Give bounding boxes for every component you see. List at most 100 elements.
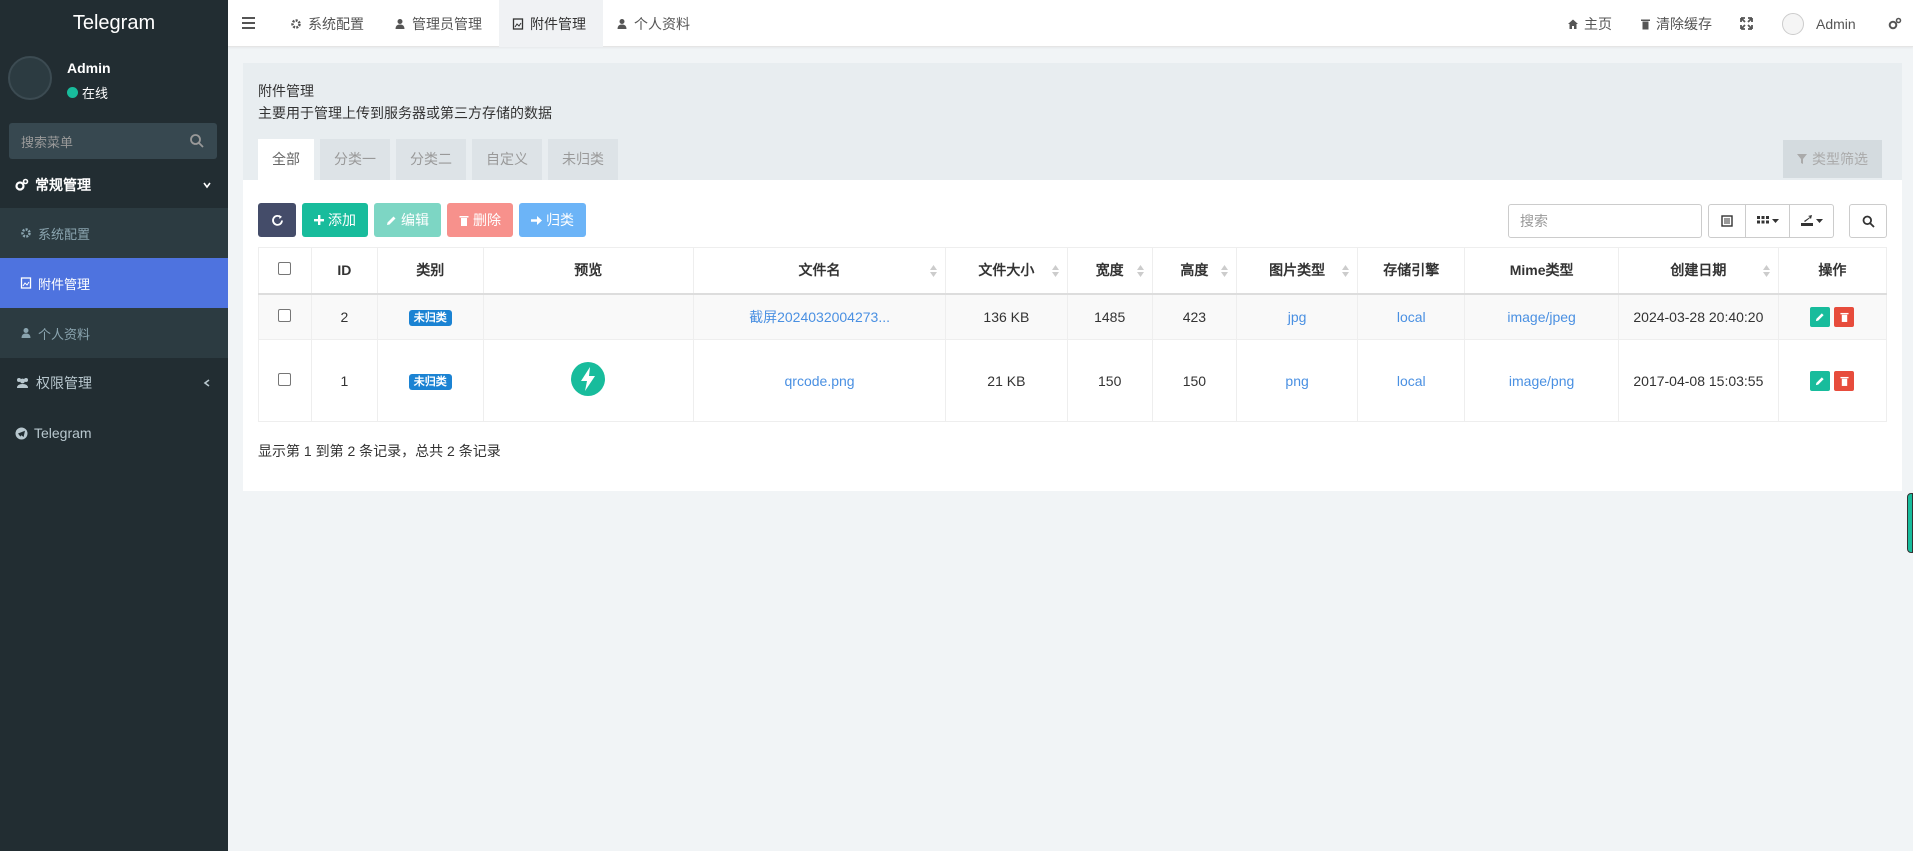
fullscreen-button[interactable] — [1740, 0, 1753, 47]
sidebar-group-permission[interactable]: 权限管理 — [0, 358, 228, 408]
top-navbar: 系统配置 管理员管理 附件管理 个人资料 主页 清除缓存 Admin — [228, 0, 1913, 47]
image-file-icon — [512, 17, 524, 30]
tab-unclassified[interactable]: 未归类 — [548, 139, 618, 180]
category-badge[interactable]: 未归类 — [408, 310, 452, 327]
telegram-icon — [15, 427, 28, 439]
mime-link[interactable]: image/jpeg — [1507, 309, 1576, 325]
cell-mime: image/jpeg — [1464, 293, 1619, 340]
sidebar-item-system-config[interactable]: 系统配置 — [0, 208, 228, 258]
refresh-button[interactable] — [258, 203, 296, 237]
cell-filename: 截屏2024032004273... — [692, 293, 947, 340]
cell-storage: local — [1357, 293, 1466, 340]
user-icon — [395, 18, 405, 29]
row-checkbox[interactable] — [278, 372, 292, 386]
sidebar-item-telegram[interactable]: Telegram — [0, 408, 228, 458]
table-search-input[interactable]: 搜索 — [1508, 204, 1702, 238]
storage-link[interactable]: local — [1397, 309, 1426, 325]
search-icon[interactable] — [189, 133, 205, 149]
home-icon — [1568, 19, 1578, 29]
tab-label: 管理员管理 — [412, 15, 482, 32]
type-filter-button[interactable]: 类型筛选 — [1783, 140, 1882, 178]
delete-button[interactable]: 删除 — [447, 203, 513, 237]
col-label: 高度 — [1180, 262, 1209, 279]
gear-icon — [291, 18, 301, 29]
search-button[interactable] — [1849, 204, 1887, 238]
delete-label: 删除 — [473, 212, 501, 228]
classify-button[interactable]: 归类 — [519, 203, 586, 237]
filename-link[interactable]: 截屏2024032004273... — [749, 309, 890, 325]
tab-label: 个人资料 — [634, 15, 690, 32]
export-button[interactable] — [1790, 204, 1834, 238]
hamburger-menu-icon[interactable] — [242, 14, 256, 32]
mime-link[interactable]: image/png — [1509, 373, 1574, 389]
image-type-link[interactable]: png — [1285, 373, 1308, 389]
preview-thumbnail-icon[interactable] — [570, 359, 606, 399]
cogs-icon — [1888, 17, 1902, 30]
row-checkbox[interactable] — [278, 308, 292, 322]
cell-created: 2024-03-28 20:40:20 — [1617, 293, 1779, 340]
columns-button[interactable] — [1746, 204, 1790, 238]
col-width[interactable]: 宽度 — [1066, 247, 1153, 295]
row-delete-button[interactable] — [1834, 306, 1855, 327]
app-logo[interactable]: Telegram — [0, 0, 228, 46]
col-label: 创建日期 — [1670, 262, 1727, 279]
side-drawer-handle[interactable] — [1907, 493, 1913, 553]
row-select-cell — [258, 339, 312, 422]
tab-all[interactable]: 全部 — [258, 139, 314, 180]
col-preview: 预览 — [482, 247, 694, 295]
row-delete-button[interactable] — [1834, 370, 1855, 391]
tab-category-1[interactable]: 分类一 — [320, 139, 390, 180]
image-type-link[interactable]: jpg — [1288, 309, 1307, 325]
sort-icon — [1136, 265, 1144, 277]
col-created[interactable]: 创建日期 — [1617, 247, 1779, 295]
edit-label: 编辑 — [401, 212, 429, 228]
row-select-cell — [258, 293, 312, 340]
panel-heading: 附件管理 主要用于管理上传到服务器或第三方存储的数据 全部 分类一 分类二 自定… — [243, 63, 1902, 180]
sidebar-item-label: 个人资料 — [38, 326, 91, 342]
tab-profile[interactable]: 个人资料 — [603, 0, 707, 47]
row-actions — [1779, 370, 1886, 391]
tab-category-2[interactable]: 分类二 — [396, 139, 466, 180]
user-menu[interactable]: Admin — [1782, 0, 1856, 47]
storage-link[interactable]: local — [1397, 373, 1426, 389]
filename-link[interactable]: qrcode.png — [785, 373, 855, 389]
sidebar-group-general[interactable]: 常规管理 — [0, 170, 228, 200]
table-row: 2 未归类 截屏2024032004273... 136 KB 1485 423… — [258, 293, 1888, 340]
sidebar-item-profile[interactable]: 个人资料 — [0, 308, 228, 358]
tab-custom[interactable]: 自定义 — [472, 139, 542, 180]
col-filename[interactable]: 文件名 — [692, 247, 947, 295]
gear-icon — [21, 228, 31, 238]
cell-storage: local — [1357, 339, 1466, 422]
row-edit-button[interactable] — [1810, 370, 1831, 391]
fullscreen-icon — [1740, 17, 1753, 30]
sidebar-menu: 常规管理 系统配置 附件管理 个人资料 权限管理 Telegram — [0, 177, 228, 458]
select-all-checkbox[interactable] — [278, 262, 292, 276]
user-icon — [21, 328, 31, 338]
tab-attachment[interactable]: 附件管理 — [499, 0, 603, 47]
pencil-icon — [1816, 313, 1825, 321]
clear-cache-label: 清除缓存 — [1656, 15, 1712, 32]
col-image-type[interactable]: 图片类型 — [1235, 247, 1359, 295]
col-id[interactable]: ID — [310, 247, 378, 295]
cell-filesize: 21 KB — [945, 339, 1068, 422]
user-icon — [617, 18, 627, 29]
tab-admin-manage[interactable]: 管理员管理 — [381, 0, 499, 47]
col-filesize[interactable]: 文件大小 — [945, 247, 1068, 295]
edit-button[interactable]: 编辑 — [374, 203, 441, 237]
tab-system-config[interactable]: 系统配置 — [277, 0, 381, 47]
category-tabs: 全部 分类一 分类二 自定义 未归类 — [258, 139, 618, 180]
category-badge[interactable]: 未归类 — [408, 374, 452, 390]
settings-button[interactable] — [1888, 0, 1902, 47]
col-label: 宽度 — [1095, 262, 1124, 279]
nav-tabs: 系统配置 管理员管理 附件管理 个人资料 — [277, 0, 707, 47]
add-button[interactable]: 添加 — [302, 203, 368, 237]
row-edit-button[interactable] — [1810, 306, 1831, 327]
toggle-view-button[interactable] — [1708, 204, 1746, 238]
col-height[interactable]: 高度 — [1151, 247, 1237, 295]
home-link[interactable]: 主页 — [1567, 0, 1612, 47]
sidebar-item-attachment[interactable]: 附件管理 — [0, 258, 228, 308]
col-label: 图片类型 — [1269, 262, 1326, 279]
menu-search-input[interactable]: 搜索菜单 — [9, 123, 217, 159]
clear-cache-button[interactable]: 清除缓存 — [1640, 0, 1712, 47]
sort-icon — [1342, 265, 1350, 277]
